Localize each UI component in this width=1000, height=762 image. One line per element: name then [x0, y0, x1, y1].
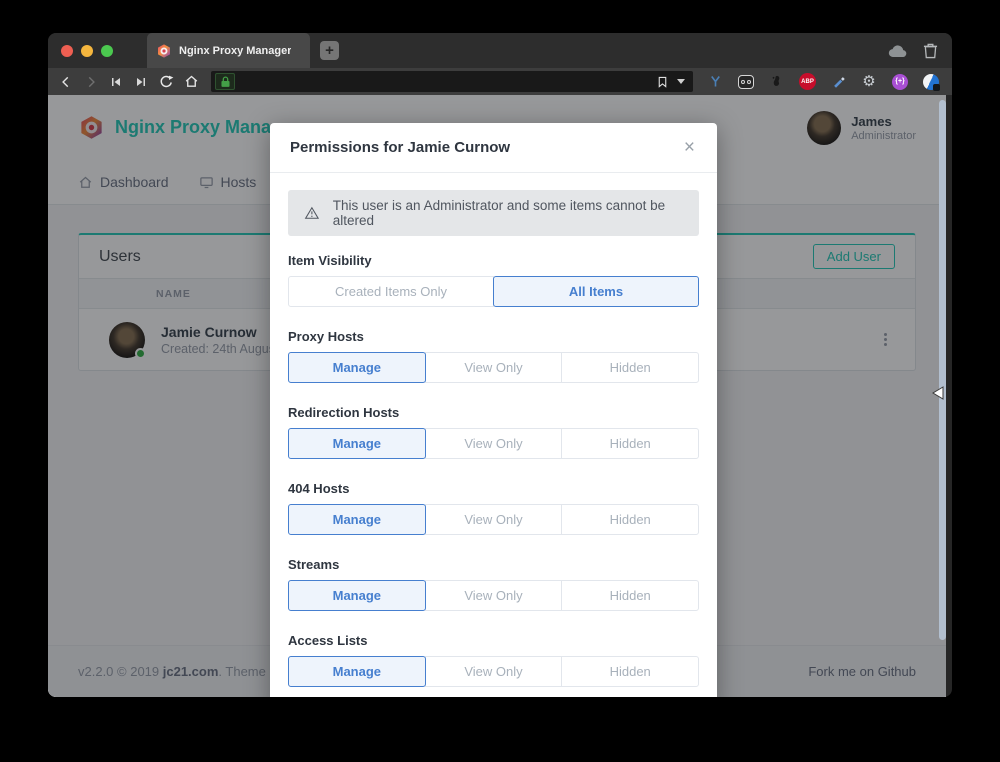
page-viewport: Nginx Proxy Manager James Administrator …: [48, 95, 946, 697]
redirection-hosts-hidden-button[interactable]: Hidden: [561, 428, 699, 459]
browser-tab[interactable]: Nginx Proxy Manager: [147, 33, 310, 68]
bookmark-icon[interactable]: [656, 75, 669, 89]
404-hosts-section: 404 Hosts Manage View Only Hidden: [288, 481, 699, 535]
admin-warning-alert: This user is an Administrator and some i…: [288, 190, 699, 236]
https-lock-icon[interactable]: [215, 73, 235, 90]
sync-cloud-icon[interactable]: [887, 43, 909, 59]
address-bar[interactable]: [211, 71, 693, 92]
streams-view-only-button[interactable]: View Only: [425, 580, 563, 611]
tab-title: Nginx Proxy Manager: [179, 45, 291, 57]
robot-extension-icon[interactable]: [737, 73, 755, 91]
privacy-extension-icon[interactable]: [922, 73, 940, 91]
page-scrollbar-thumb[interactable]: [939, 100, 946, 640]
proxy-hosts-manage-button[interactable]: Manage: [288, 352, 426, 383]
streams-manage-button[interactable]: Manage: [288, 580, 426, 611]
gnome-foot-extension-icon[interactable]: [768, 73, 786, 91]
fast-forward-icon[interactable]: [132, 73, 150, 91]
item-visibility-group: Created Items Only All Items: [288, 276, 699, 307]
mouse-cursor: [932, 386, 944, 400]
fork-extension-icon[interactable]: [706, 73, 724, 91]
404-hosts-view-only-button[interactable]: View Only: [425, 504, 563, 535]
streams-section: Streams Manage View Only Hidden: [288, 557, 699, 611]
visibility-created-items-only-button[interactable]: Created Items Only: [288, 276, 494, 307]
warning-triangle-icon: [304, 205, 320, 221]
extensions-bar: ABP ⚙ {+}: [706, 73, 940, 91]
404-hosts-hidden-button[interactable]: Hidden: [561, 504, 699, 535]
trash-icon[interactable]: [923, 42, 938, 59]
visibility-all-items-button[interactable]: All Items: [493, 276, 699, 307]
traffic-lights: [61, 45, 113, 57]
404-hosts-manage-button[interactable]: Manage: [288, 504, 426, 535]
redirection-hosts-manage-button[interactable]: Manage: [288, 428, 426, 459]
back-icon[interactable]: [57, 73, 75, 91]
bookmark-dropdown-icon[interactable]: [677, 79, 685, 84]
tab-favicon-npm-logo: [156, 43, 172, 59]
redirection-hosts-view-only-button[interactable]: View Only: [425, 428, 563, 459]
proxy-hosts-view-only-button[interactable]: View Only: [425, 352, 563, 383]
access-lists-manage-button[interactable]: Manage: [288, 656, 426, 687]
alert-text: This user is an Administrator and some i…: [333, 198, 683, 228]
proxy-hosts-hidden-button[interactable]: Hidden: [561, 352, 699, 383]
browser-navbar: ABP ⚙ {+}: [48, 68, 952, 95]
browser-titlebar: Nginx Proxy Manager +: [48, 33, 952, 68]
access-lists-hidden-button[interactable]: Hidden: [561, 656, 699, 687]
zoom-window-button[interactable]: [101, 45, 113, 57]
minimize-window-button[interactable]: [81, 45, 93, 57]
modal-title: Permissions for Jamie Curnow: [290, 139, 510, 156]
item-visibility-label: Item Visibility: [288, 253, 699, 268]
close-window-button[interactable]: [61, 45, 73, 57]
reload-icon[interactable]: [157, 73, 175, 91]
rewind-icon[interactable]: [107, 73, 125, 91]
close-icon[interactable]: ×: [682, 138, 697, 157]
home-icon[interactable]: [182, 73, 200, 91]
adblock-plus-icon[interactable]: ABP: [799, 73, 816, 90]
redirection-hosts-section: Redirection Hosts Manage View Only Hidde…: [288, 405, 699, 459]
gear-extension-icon[interactable]: ⚙: [860, 73, 878, 91]
forward-icon[interactable]: [82, 73, 100, 91]
pen-extension-icon[interactable]: [829, 73, 847, 91]
permissions-modal: Permissions for Jamie Curnow × This user…: [270, 123, 717, 697]
access-lists-view-only-button[interactable]: View Only: [425, 656, 563, 687]
browser-window: Nginx Proxy Manager +: [48, 33, 952, 697]
streams-hidden-button[interactable]: Hidden: [561, 580, 699, 611]
access-lists-section: Access Lists Manage View Only Hidden: [288, 633, 699, 687]
new-tab-button[interactable]: +: [320, 41, 339, 60]
proxy-hosts-section: Proxy Hosts Manage View Only Hidden: [288, 329, 699, 383]
purple-extension-icon[interactable]: {+}: [891, 73, 909, 91]
